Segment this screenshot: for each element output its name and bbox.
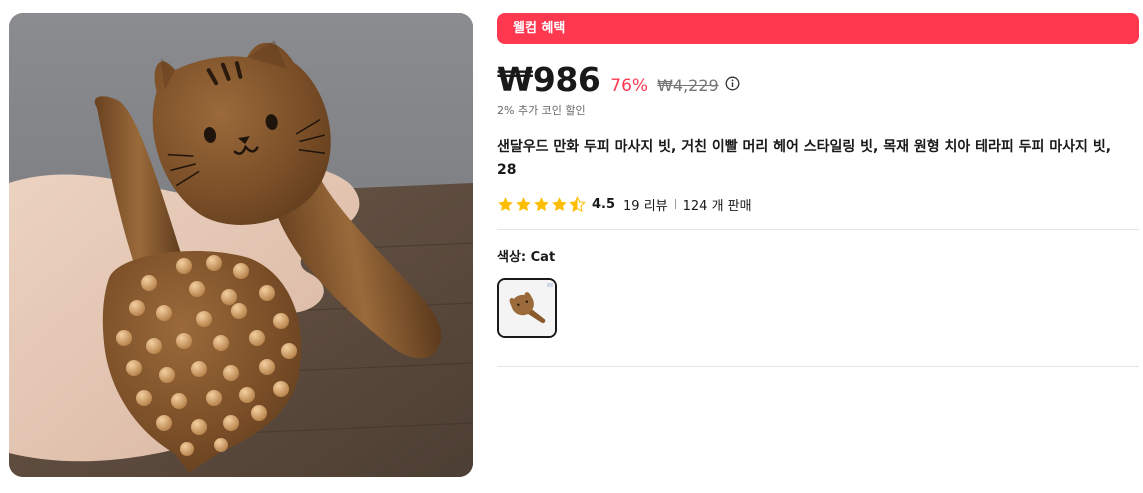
divider [497, 229, 1139, 230]
cat-comb-thumbnail [499, 280, 555, 336]
color-swatch-cat[interactable] [497, 278, 557, 338]
coin-discount-note: 2% 추가 코인 할인 [497, 104, 586, 117]
product-page: 웰컴 혜택 ₩986 76% ₩4,229 2% 추가 코인 할인 샌달우드 만… [0, 0, 1143, 493]
discount-percent: 76% [610, 76, 649, 96]
rating-row: 4.5 19 리뷰 124 개 판매 [497, 194, 1139, 214]
rating-score: 4.5 [592, 196, 616, 212]
product-image[interactable] [9, 13, 473, 477]
info-icon[interactable] [725, 76, 740, 91]
star-rating [497, 195, 586, 213]
sold-count: 124 개 판매 [682, 198, 752, 214]
divider [674, 199, 676, 209]
color-swatch-list [497, 278, 1139, 338]
price-row: ₩986 76% ₩4,229 [497, 60, 1139, 100]
welcome-benefit-banner[interactable]: 웰컴 혜택 [497, 13, 1139, 44]
current-price: ₩986 [497, 60, 601, 99]
review-count-link[interactable]: 19 리뷰 [623, 195, 668, 214]
product-photo [9, 13, 473, 477]
star-icon [516, 196, 531, 211]
product-info-panel: 웰컴 혜택 ₩986 76% ₩4,229 2% 추가 코인 할인 샌달우드 만… [497, 13, 1139, 367]
star-icon [534, 196, 549, 211]
star-icon [498, 196, 513, 211]
half-star-icon [569, 195, 586, 212]
color-option-label: 색상: Cat [497, 250, 556, 265]
original-price: ₩4,229 [657, 76, 719, 95]
product-title: 샌달우드 만화 두피 마사지 빗, 거친 이빨 머리 헤어 스타일링 빗, 목재… [497, 139, 1112, 178]
divider [497, 366, 1139, 367]
star-icon [552, 196, 567, 211]
